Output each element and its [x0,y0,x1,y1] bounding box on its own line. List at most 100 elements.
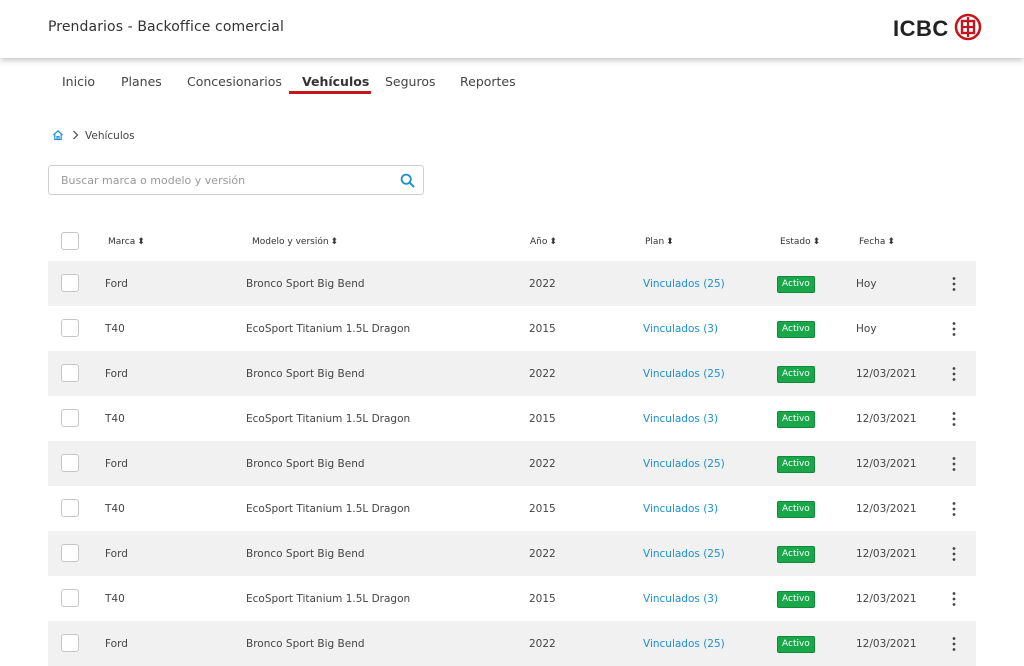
more-vertical-icon[interactable] [946,455,962,473]
cell-anio: 2015 [529,413,556,425]
cell-anio: 2015 [529,503,556,515]
cell-modelo: EcoSport Titanium 1.5L Dragon [246,503,411,515]
table-row[interactable]: T40 EcoSport Titanium 1.5L Dragon 2015 Vinc… [48,576,976,621]
cell-marca: T40 [105,503,125,515]
cell-plan-link[interactable]: Vinculados (25) [643,458,725,470]
cell-marca: T40 [105,413,125,425]
breadcrumb-current: Vehículos [85,130,135,142]
cell-anio: 2022 [529,278,556,290]
row-checkbox[interactable] [61,499,79,517]
cell-anio: 2022 [529,548,556,560]
table-row[interactable]: Ford Bronco Sport Big Bend 2022 Vinculados … [48,261,976,306]
column-label: Marca [108,237,136,247]
status-badge: Activo [777,591,815,608]
cell-fecha: 12/03/2021 [856,368,917,380]
cell-anio: 2015 [529,323,556,335]
tab-concesionarios[interactable]: Concesionarios [187,74,282,89]
cell-anio: 2015 [529,593,556,605]
column-header-estado[interactable]: Estado ⬍ [780,237,820,247]
row-checkbox[interactable] [61,319,79,337]
status-badge: Activo [777,276,815,293]
cell-marca: Ford [105,458,128,470]
breadcrumb: Vehículos [52,129,135,143]
table-row[interactable]: T40 EcoSport Titanium 1.5L Dragon 2015 Vinc… [48,306,976,351]
row-checkbox[interactable] [61,454,79,472]
cell-modelo: Bronco Sport Big Bend [246,278,365,290]
column-header-fecha[interactable]: Fecha ⬍ [859,237,895,247]
tab-seguros[interactable]: Seguros [385,74,436,89]
table-row[interactable]: Ford Bronco Sport Big Bend 2022 Vinculados … [48,351,976,396]
cell-marca: T40 [105,593,125,605]
table-row[interactable]: Ford Bronco Sport Big Bend 2022 Vinculados … [48,441,976,486]
cell-modelo: EcoSport Titanium 1.5L Dragon [246,413,411,425]
table-row[interactable]: Ford Bronco Sport Big Bend 2022 Vinculados … [48,531,976,576]
column-label: Año [530,237,548,247]
status-badge: Activo [777,636,815,653]
cell-plan-link[interactable]: Vinculados (25) [643,368,725,380]
row-checkbox[interactable] [61,589,79,607]
active-tab-indicator [289,91,371,94]
table-row[interactable]: T40 EcoSport Titanium 1.5L Dragon 2015 Vinc… [48,396,976,441]
more-vertical-icon[interactable] [946,500,962,518]
sort-icon: ⬍ [887,237,895,247]
more-vertical-icon[interactable] [946,275,962,293]
status-badge: Activo [777,501,815,518]
sort-icon: ⬍ [812,237,821,247]
cell-plan-link[interactable]: Vinculados (25) [643,278,725,290]
status-badge: Activo [777,411,815,428]
cell-marca: Ford [105,368,128,380]
row-checkbox[interactable] [61,274,79,292]
column-header-anio[interactable]: Año ⬍ [530,237,557,247]
column-header-marca[interactable]: Marca ⬍ [108,237,145,247]
cell-modelo: EcoSport Titanium 1.5L Dragon [246,323,411,335]
home-icon[interactable] [52,129,64,144]
cell-plan-link[interactable]: Vinculados (25) [643,548,725,560]
table-header: Marca ⬍ Modelo y versión ⬍ Año ⬍ Plan ⬍ Esta… [48,223,976,262]
cell-plan-link[interactable]: Vinculados (3) [643,323,718,335]
column-header-plan[interactable]: Plan ⬍ [645,237,674,247]
tab-reportes[interactable]: Reportes [460,74,516,89]
icbc-logo[interactable]: ICBC [893,13,982,44]
cell-fecha: Hoy [856,278,877,290]
sort-icon: ⬍ [330,237,339,247]
tab-planes[interactable]: Planes [121,74,162,89]
cell-plan-link[interactable]: Vinculados (3) [643,503,718,515]
cell-marca: T40 [105,323,125,335]
select-all-checkbox[interactable] [61,232,79,250]
row-checkbox[interactable] [61,364,79,382]
row-checkbox[interactable] [61,634,79,652]
cell-plan-link[interactable]: Vinculados (3) [643,413,718,425]
sort-icon: ⬍ [666,237,674,247]
cell-modelo: EcoSport Titanium 1.5L Dragon [246,593,411,605]
chevron-right-icon [72,130,79,143]
column-header-modelo[interactable]: Modelo y versión ⬍ [252,237,338,247]
more-vertical-icon[interactable] [946,590,962,608]
status-badge: Activo [777,456,815,473]
search-input[interactable] [61,172,381,188]
sort-icon: ⬍ [137,237,145,247]
sort-icon: ⬍ [549,237,557,247]
cell-anio: 2022 [529,368,556,380]
more-vertical-icon[interactable] [946,410,962,428]
cell-plan-link[interactable]: Vinculados (3) [643,593,718,605]
cell-fecha: 12/03/2021 [856,503,917,515]
more-vertical-icon[interactable] [946,320,962,338]
table-row[interactable]: T40 EcoSport Titanium 1.5L Dragon 2015 Vinc… [48,486,976,531]
search-box [48,165,424,195]
more-vertical-icon[interactable] [946,365,962,383]
more-vertical-icon[interactable] [946,635,962,653]
logo-text: ICBC [893,16,949,41]
tab-inicio[interactable]: Inicio [62,74,95,89]
cell-marca: Ford [105,548,128,560]
cell-anio: 2022 [529,458,556,470]
tab-vehiculos[interactable]: Vehículos [302,74,369,89]
status-badge: Activo [777,321,815,338]
search-icon[interactable] [400,173,415,192]
more-vertical-icon[interactable] [946,545,962,563]
row-checkbox[interactable] [61,409,79,427]
cell-modelo: Bronco Sport Big Bend [246,458,365,470]
main-nav: Inicio Planes Concesionarios Vehículos S… [0,58,1024,98]
table-body: Ford Bronco Sport Big Bend 2022 Vinculados … [48,261,976,666]
table-row[interactable]: Ford Bronco Sport Big Bend 2022 Vinculados … [48,621,976,666]
row-checkbox[interactable] [61,544,79,562]
